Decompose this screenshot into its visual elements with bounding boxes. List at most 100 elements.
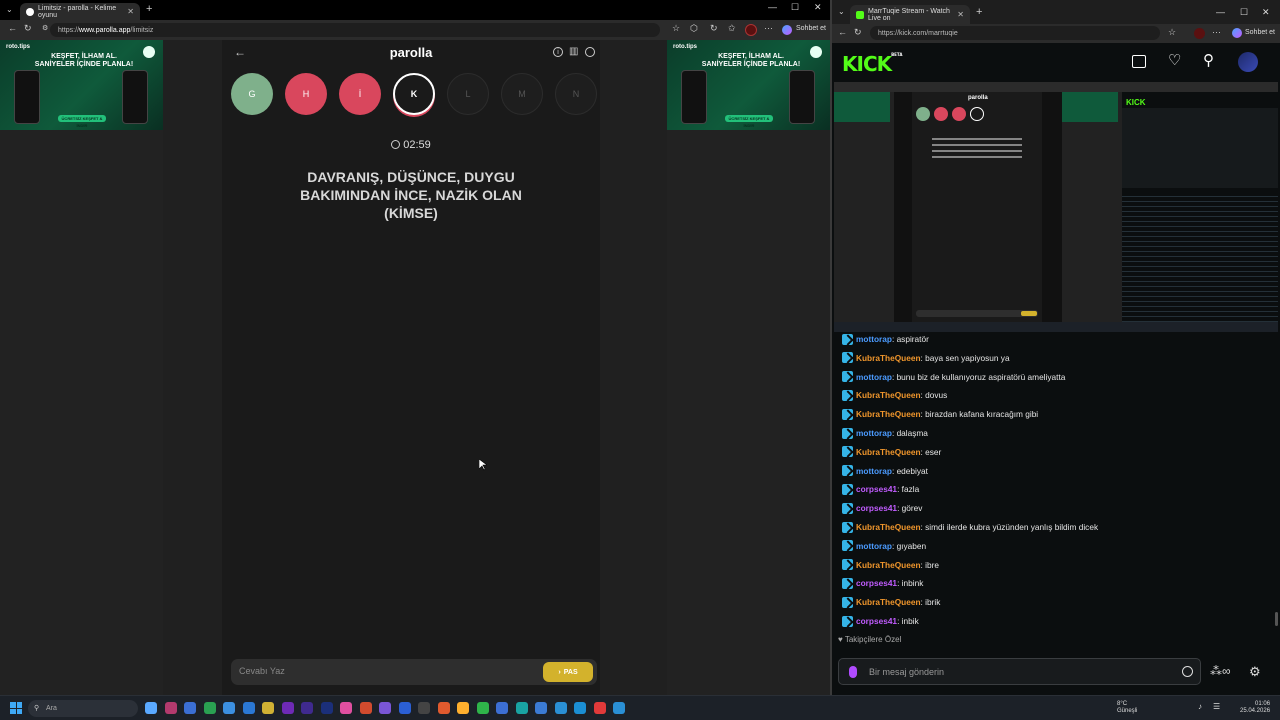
- chat-username[interactable]: mottorap: [856, 466, 892, 476]
- chat-username[interactable]: KubraTheQueen: [856, 447, 921, 457]
- chat-username[interactable]: KubraTheQueen: [856, 522, 921, 532]
- copilot-icon[interactable]: [1232, 28, 1242, 38]
- minimize-icon[interactable]: —: [768, 2, 777, 12]
- taskbar-app-icon[interactable]: [437, 702, 450, 714]
- taskbar-app-icon[interactable]: [164, 702, 177, 714]
- left-ad-banner[interactable]: roto.tips KEŞFET, İLHAM AL. SANİYELER İÇ…: [0, 40, 163, 130]
- taskbar-app-icon[interactable]: [554, 702, 567, 714]
- search-icon[interactable]: ⚲: [1203, 51, 1214, 69]
- emoji-icon[interactable]: [1182, 666, 1193, 677]
- taskbar-app-icon[interactable]: [535, 702, 547, 714]
- taskbar-app-icon[interactable]: [457, 702, 469, 714]
- taskbar-app-icon[interactable]: [320, 702, 333, 714]
- user-avatar[interactable]: [1238, 52, 1258, 72]
- collections-icon[interactable]: ✩: [728, 23, 736, 34]
- stream-video[interactable]: parolla KICK: [834, 82, 1278, 332]
- site-info-icon[interactable]: ⚙: [42, 24, 48, 32]
- taskbar-app-icon[interactable]: [242, 702, 255, 714]
- chat-input[interactable]: Bir mesaj gönderin: [838, 658, 1201, 685]
- taskbar-app-icon[interactable]: [613, 702, 625, 714]
- profile-avatar[interactable]: [745, 24, 757, 36]
- chat-username[interactable]: mottorap: [856, 428, 892, 438]
- tab-list-icon[interactable]: ⌄: [838, 7, 845, 16]
- right-ad-banner[interactable]: roto.tips KEŞFET, İLHAM AL. SANİYELER İÇ…: [667, 40, 830, 130]
- taskbar-app-icon[interactable]: [340, 702, 352, 714]
- network-icon[interactable]: ☰: [1213, 702, 1220, 711]
- pass-button[interactable]: › PAS: [543, 662, 593, 682]
- more-menu-icon[interactable]: ···: [1212, 27, 1221, 37]
- stats-icon[interactable]: ▥: [569, 46, 578, 57]
- taskbar-app-icon[interactable]: [379, 702, 391, 714]
- close-window-icon[interactable]: ✕: [1262, 7, 1270, 18]
- kick-logo[interactable]: KICKBETA: [842, 52, 902, 76]
- maximize-icon[interactable]: ☐: [791, 2, 799, 13]
- close-tab-icon[interactable]: ✕: [957, 10, 964, 19]
- kicks-icon[interactable]: ⁂∞: [1210, 664, 1231, 678]
- chat-username[interactable]: corpses41: [856, 616, 897, 626]
- taskbar-app-icon[interactable]: [476, 702, 489, 714]
- taskbar-app-icon[interactable]: [359, 702, 372, 714]
- url-field[interactable]: https://kick.com/marrtuqie: [870, 26, 1160, 40]
- new-tab-button[interactable]: +: [976, 6, 982, 18]
- sound-icon[interactable]: ♪: [1198, 702, 1202, 711]
- chat-username[interactable]: corpses41: [856, 503, 897, 513]
- profile-avatar[interactable]: [1194, 28, 1205, 39]
- tab-list-icon[interactable]: ⌄: [6, 5, 13, 14]
- profile-icon[interactable]: [585, 47, 595, 57]
- answer-input[interactable]: Cevabı Yaz: [239, 666, 285, 676]
- minimize-icon[interactable]: —: [1216, 7, 1225, 17]
- favorite-star-icon[interactable]: ☆: [672, 23, 680, 34]
- taskbar-app-icon[interactable]: [145, 702, 157, 714]
- start-icon[interactable]: [10, 702, 22, 714]
- taskbar-app-icon[interactable]: [203, 702, 216, 714]
- reload-icon[interactable]: ↻: [854, 27, 862, 38]
- weather-widget[interactable]: 8°C Güneşli: [1117, 701, 1137, 715]
- refresh-alt-icon[interactable]: ↻: [710, 23, 718, 34]
- taskbar-app-icon[interactable]: [593, 702, 606, 714]
- maximize-icon[interactable]: ☐: [1240, 7, 1248, 18]
- reload-icon[interactable]: ↻: [24, 23, 32, 34]
- chat-username[interactable]: mottorap: [856, 334, 892, 344]
- chat-button[interactable]: Sohbet et: [796, 25, 826, 32]
- favorite-star-icon[interactable]: ☆: [1168, 27, 1176, 38]
- follow-heart-icon[interactable]: ♡: [1168, 51, 1181, 69]
- chat-username[interactable]: KubraTheQueen: [856, 353, 921, 363]
- taskbar-app-icon[interactable]: [496, 702, 508, 714]
- chat-username[interactable]: corpses41: [856, 484, 897, 494]
- chat-username[interactable]: KubraTheQueen: [856, 390, 921, 400]
- settings-gear-icon[interactable]: ⚙: [1249, 664, 1261, 680]
- clock[interactable]: 01:06 25.04.2026: [1240, 701, 1270, 715]
- taskbar-search[interactable]: ⚲ Ara: [28, 700, 138, 717]
- taskbar-app-icon[interactable]: [184, 702, 196, 714]
- tab-parolla[interactable]: Limitsiz - parolla - Kelime oyunu ✕: [20, 3, 140, 20]
- taskbar-app-icon[interactable]: [515, 702, 528, 714]
- taskbar-app-icon[interactable]: [574, 702, 586, 714]
- chat-button[interactable]: Sohbet et: [1245, 29, 1275, 36]
- browse-icon[interactable]: [1132, 55, 1146, 68]
- close-tab-icon[interactable]: ✕: [127, 7, 134, 16]
- tab-kick[interactable]: MarrTuqie Stream - Watch Live on ✕: [850, 5, 970, 24]
- chat-username[interactable]: corpses41: [856, 578, 897, 588]
- taskbar-app-icon[interactable]: [418, 702, 430, 714]
- new-tab-button[interactable]: +: [146, 3, 152, 15]
- more-menu-icon[interactable]: ···: [764, 23, 773, 33]
- chat-username[interactable]: KubraTheQueen: [856, 560, 921, 570]
- taskbar-app-icon[interactable]: [223, 702, 235, 714]
- taskbar-app-icon[interactable]: [262, 702, 274, 714]
- taskbar-app-icon[interactable]: [281, 702, 294, 714]
- chat-scrollbar[interactable]: [1275, 612, 1278, 626]
- close-window-icon[interactable]: ✕: [814, 2, 822, 13]
- taskbar-app-icon[interactable]: [301, 702, 313, 714]
- mic-icon[interactable]: [849, 666, 857, 678]
- back-icon[interactable]: ←: [8, 23, 17, 33]
- chat-username[interactable]: mottorap: [856, 372, 892, 382]
- extensions-icon[interactable]: ⬡: [690, 23, 698, 34]
- url-field[interactable]: https://www.parolla.app/limitsiz: [50, 23, 660, 37]
- chat-username[interactable]: mottorap: [856, 541, 892, 551]
- info-icon[interactable]: i: [553, 47, 563, 57]
- taskbar-app-icon[interactable]: [398, 702, 411, 714]
- back-icon[interactable]: ←: [838, 27, 847, 37]
- chat-username[interactable]: KubraTheQueen: [856, 597, 921, 607]
- chat-username[interactable]: KubraTheQueen: [856, 409, 921, 419]
- copilot-icon[interactable]: [782, 25, 792, 35]
